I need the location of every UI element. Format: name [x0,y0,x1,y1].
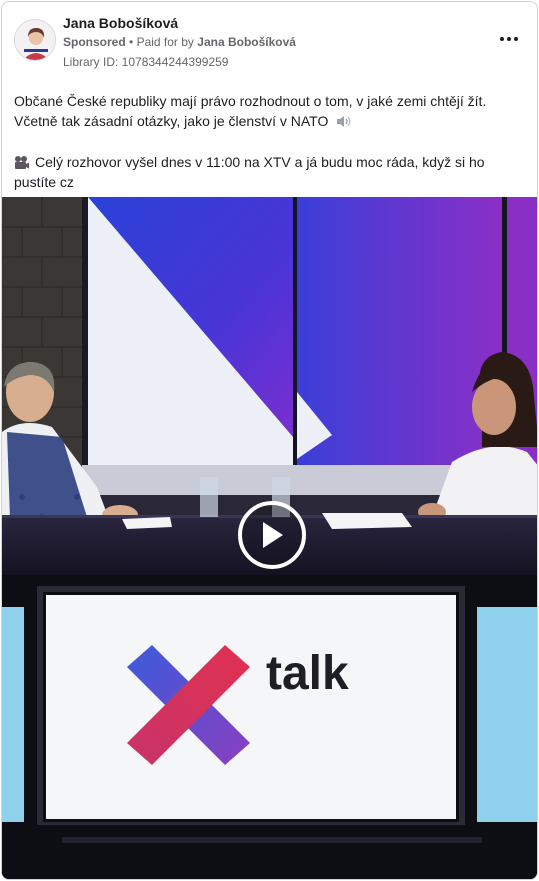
ad-card: Jana Bobošíková Sponsored • Paid for by … [1,1,538,880]
separator-dot: • [129,35,134,49]
avatar[interactable] [14,19,56,61]
post-line-1: Občané České republiky mají právo rozhod… [14,93,487,129]
video-player[interactable]: talk [2,197,537,879]
more-dots-icon [507,37,511,41]
post-text: Občané České republiky mají právo rozhod… [14,91,529,213]
play-button[interactable] [238,501,306,569]
video-camera-icon [15,156,29,169]
more-dots-icon [514,37,518,41]
post-paragraph-2: Celý rozhovor vyšel dnes v 11:00 na XTV … [14,152,529,192]
play-icon [263,522,283,548]
sponsored-label: Sponsored [63,35,126,49]
speaker-icon [337,116,351,127]
more-dots-icon [500,37,504,41]
sponsored-line: Sponsored • Paid for by Jana Bobošíková [63,35,296,49]
post-line-2: Celý rozhovor vyšel dnes v 11:00 na XTV … [14,154,485,190]
video-logo-text: talk [266,647,349,700]
library-id: Library ID: 1078344244399259 [63,55,229,69]
paid-for-label: Paid for by [136,35,194,49]
avatar-image [15,20,55,60]
more-options-button[interactable] [497,30,521,48]
paid-for-name[interactable]: Jana Bobošíková [197,35,296,49]
advertiser-name[interactable]: Jana Bobošíková [63,15,178,31]
post-paragraph-1: Občané České republiky mají právo rozhod… [14,91,529,131]
